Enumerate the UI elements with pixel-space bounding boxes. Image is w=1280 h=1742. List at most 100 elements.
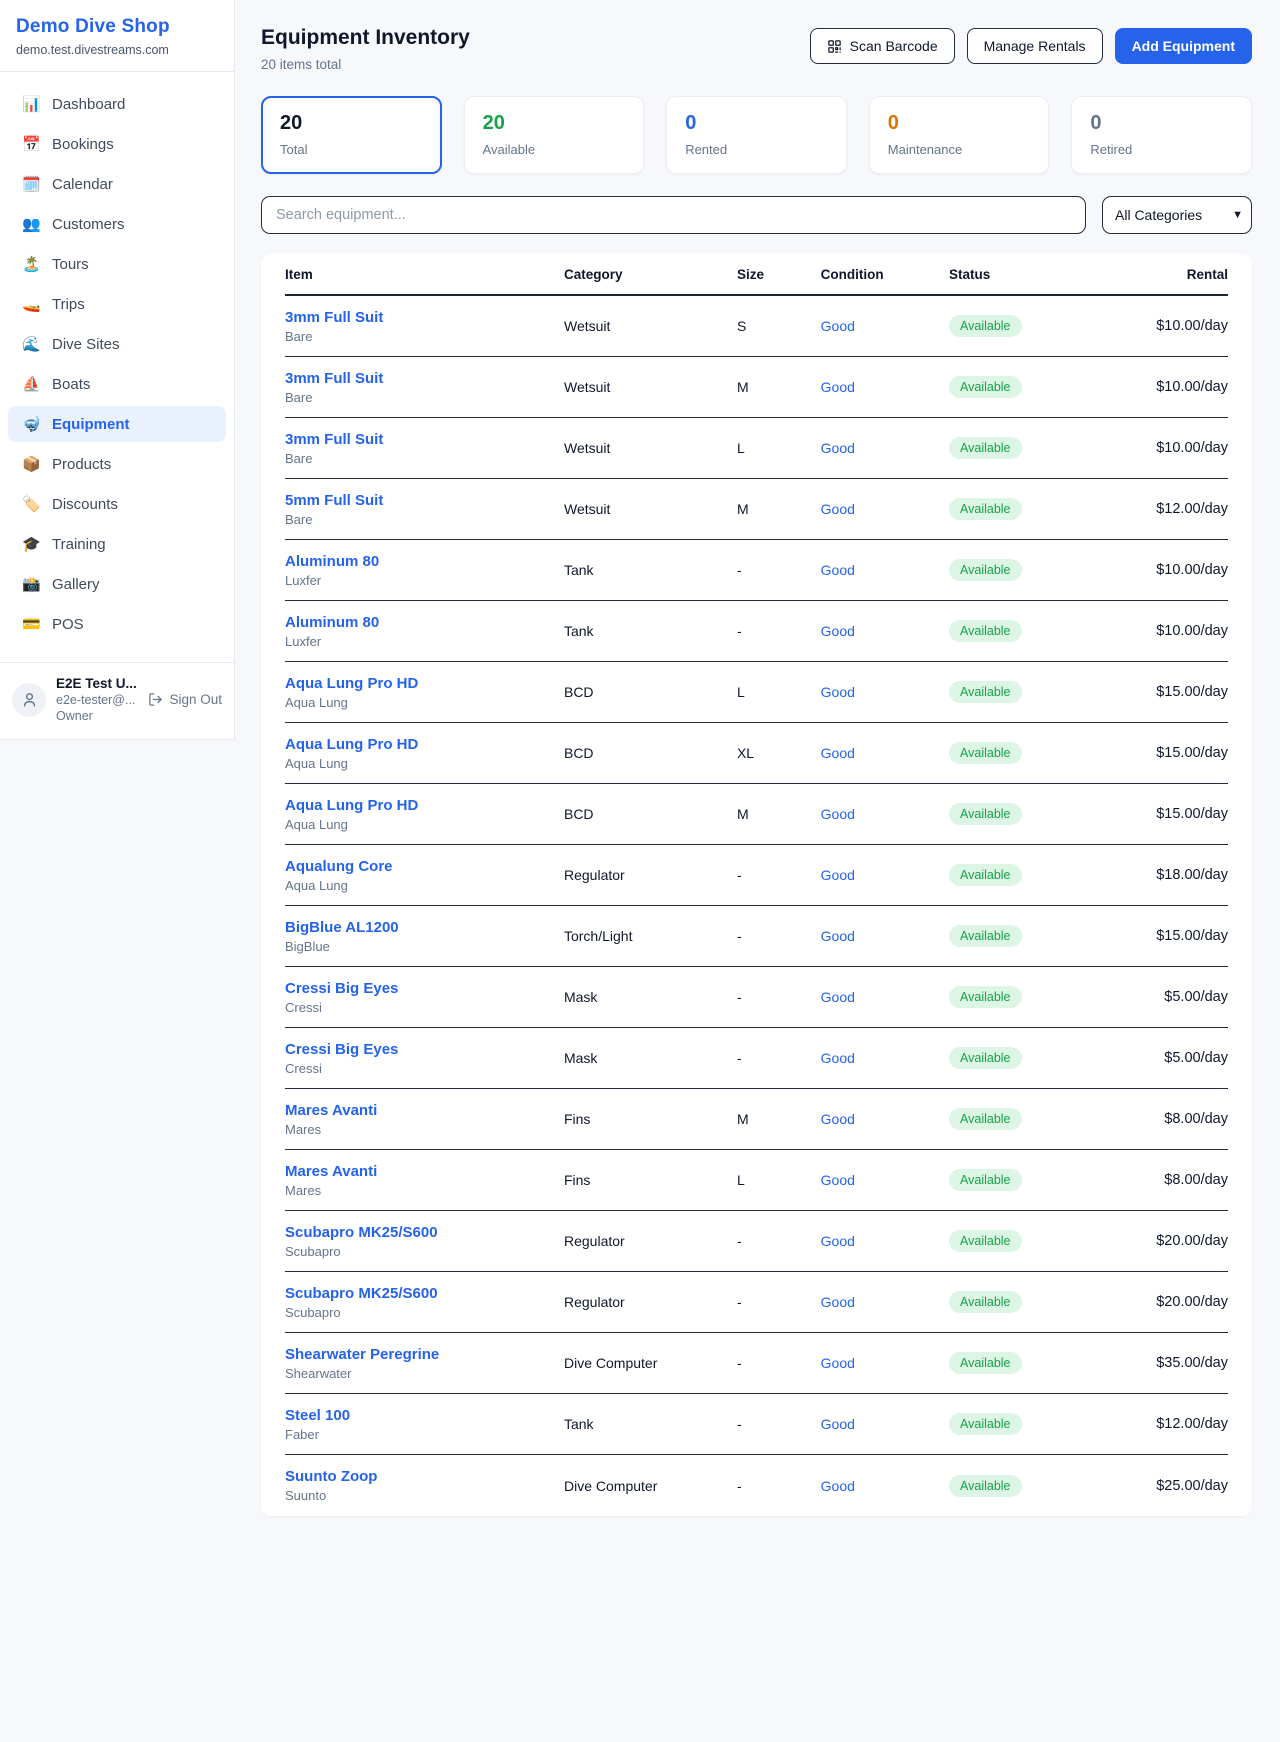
item-condition-link[interactable]: Good	[821, 745, 855, 761]
sidebar-item-label: Dashboard	[52, 96, 125, 113]
item-condition-link[interactable]: Good	[821, 1294, 855, 1310]
sign-out-button[interactable]: Sign Out	[148, 692, 222, 707]
sidebar-item-customers[interactable]: 👥 Customers	[8, 206, 226, 242]
item-name-link[interactable]: Cressi Big Eyes	[285, 1041, 398, 1058]
item-brand: Faber	[285, 1427, 564, 1442]
sidebar-item-training[interactable]: 🎓 Training	[8, 526, 226, 562]
table-row: Cressi Big Eyes Cressi Mask - Good Avail…	[285, 1028, 1228, 1089]
item-name-link[interactable]: BigBlue AL1200	[285, 919, 399, 936]
item-name-link[interactable]: Aluminum 80	[285, 614, 379, 631]
sidebar-item-label: Tours	[52, 256, 89, 273]
sidebar-item-label: Calendar	[52, 176, 113, 193]
add-equipment-button[interactable]: Add Equipment	[1115, 28, 1252, 64]
sidebar-item-equipment[interactable]: 🤿 Equipment	[8, 406, 226, 442]
item-condition-link[interactable]: Good	[821, 318, 855, 334]
item-condition-link[interactable]: Good	[821, 379, 855, 395]
package-icon: 📦	[22, 455, 40, 473]
item-condition-link[interactable]: Good	[821, 806, 855, 822]
item-brand: Aqua Lung	[285, 878, 564, 893]
sidebar-item-trips[interactable]: 🚤 Trips	[8, 286, 226, 322]
item-size: -	[737, 1355, 821, 1371]
sidebar-item-gallery[interactable]: 📸 Gallery	[8, 566, 226, 602]
sidebar-item-calendar[interactable]: 🗓️ Calendar	[8, 166, 226, 202]
item-condition-link[interactable]: Good	[821, 989, 855, 1005]
sidebar-item-label: Dive Sites	[52, 336, 120, 353]
category-select[interactable]: All Categories	[1102, 196, 1252, 234]
sidebar-item-pos[interactable]: 💳 POS	[8, 606, 226, 642]
sidebar-item-boats[interactable]: ⛵ Boats	[8, 366, 226, 402]
sidebar-item-discounts[interactable]: 🏷️ Discounts	[8, 486, 226, 522]
stat-card-retired[interactable]: 0 Retired	[1071, 96, 1252, 174]
item-condition-link[interactable]: Good	[821, 1050, 855, 1066]
item-name-link[interactable]: 3mm Full Suit	[285, 309, 383, 326]
item-rental-rate: $15.00/day	[1116, 928, 1228, 944]
item-name-link[interactable]: Scubapro MK25/S600	[285, 1224, 438, 1241]
item-name-link[interactable]: Aluminum 80	[285, 553, 379, 570]
item-rental-rate: $25.00/day	[1116, 1478, 1228, 1494]
item-condition-link[interactable]: Good	[821, 501, 855, 517]
item-name-link[interactable]: Shearwater Peregrine	[285, 1346, 439, 1363]
calendar-icon: 🗓️	[22, 175, 40, 193]
stat-card-maintenance[interactable]: 0 Maintenance	[869, 96, 1050, 174]
sidebar-item-tours[interactable]: 🏝️ Tours	[8, 246, 226, 282]
item-brand: Scubapro	[285, 1244, 564, 1259]
user-section: E2E Test U... e2e-tester@... Owner Sign …	[0, 662, 234, 739]
item-name-link[interactable]: Scubapro MK25/S600	[285, 1285, 438, 1302]
item-condition-link[interactable]: Good	[821, 684, 855, 700]
sidebar-item-bookings[interactable]: 📅 Bookings	[8, 126, 226, 162]
item-name-link[interactable]: Mares Avanti	[285, 1102, 377, 1119]
item-condition-link[interactable]: Good	[821, 867, 855, 883]
speedboat-icon: 🚤	[22, 295, 40, 313]
item-name-link[interactable]: 3mm Full Suit	[285, 370, 383, 387]
item-category: BCD	[564, 806, 737, 822]
item-condition-link[interactable]: Good	[821, 928, 855, 944]
item-rental-rate: $10.00/day	[1116, 318, 1228, 334]
camera-icon: 📸	[22, 575, 40, 593]
table-row: Suunto Zoop Suunto Dive Computer - Good …	[285, 1455, 1228, 1516]
item-condition-link[interactable]: Good	[821, 440, 855, 456]
item-condition-link[interactable]: Good	[821, 1172, 855, 1188]
search-input[interactable]	[261, 196, 1086, 234]
sidebar-item-label: POS	[52, 616, 84, 633]
status-badge: Available	[949, 620, 1022, 642]
item-name-link[interactable]: Steel 100	[285, 1407, 350, 1424]
item-condition-link[interactable]: Good	[821, 1355, 855, 1371]
item-size: -	[737, 1416, 821, 1432]
item-name-link[interactable]: Aqua Lung Pro HD	[285, 736, 418, 753]
item-brand: Cressi	[285, 1061, 564, 1076]
sidebar-item-dive-sites[interactable]: 🌊 Dive Sites	[8, 326, 226, 362]
item-name-link[interactable]: Mares Avanti	[285, 1163, 377, 1180]
sidebar-item-products[interactable]: 📦 Products	[8, 446, 226, 482]
stat-card-total[interactable]: 20 Total	[261, 96, 442, 174]
item-size: -	[737, 867, 821, 883]
item-condition-link[interactable]: Good	[821, 623, 855, 639]
item-name-link[interactable]: Aqualung Core	[285, 858, 393, 875]
item-name-link[interactable]: 3mm Full Suit	[285, 431, 383, 448]
item-brand: Aqua Lung	[285, 695, 564, 710]
manage-rentals-button[interactable]: Manage Rentals	[967, 28, 1103, 64]
item-name-link[interactable]: Aqua Lung Pro HD	[285, 675, 418, 692]
item-category: Mask	[564, 989, 737, 1005]
sidebar-item-dashboard[interactable]: 📊 Dashboard	[8, 86, 226, 122]
stat-card-rented[interactable]: 0 Rented	[666, 96, 847, 174]
avatar	[12, 683, 46, 717]
item-condition-link[interactable]: Good	[821, 1416, 855, 1432]
item-rental-rate: $12.00/day	[1116, 501, 1228, 517]
stat-value: 0	[1090, 112, 1233, 135]
item-condition-link[interactable]: Good	[821, 1233, 855, 1249]
item-condition-link[interactable]: Good	[821, 1478, 855, 1494]
item-name-link[interactable]: Cressi Big Eyes	[285, 980, 398, 997]
brand-logo[interactable]: Demo Dive Shop	[16, 16, 218, 38]
item-brand: Scubapro	[285, 1305, 564, 1320]
item-name-link[interactable]: 5mm Full Suit	[285, 492, 383, 509]
sidebar-item-label: Trips	[52, 296, 85, 313]
item-rental-rate: $8.00/day	[1116, 1172, 1228, 1188]
stat-card-available[interactable]: 20 Available	[464, 96, 645, 174]
item-size: -	[737, 1478, 821, 1494]
item-name-link[interactable]: Aqua Lung Pro HD	[285, 797, 418, 814]
item-condition-link[interactable]: Good	[821, 562, 855, 578]
item-name-link[interactable]: Suunto Zoop	[285, 1468, 377, 1485]
scan-barcode-button[interactable]: Scan Barcode	[810, 28, 955, 64]
item-category: Wetsuit	[564, 501, 737, 517]
item-condition-link[interactable]: Good	[821, 1111, 855, 1127]
